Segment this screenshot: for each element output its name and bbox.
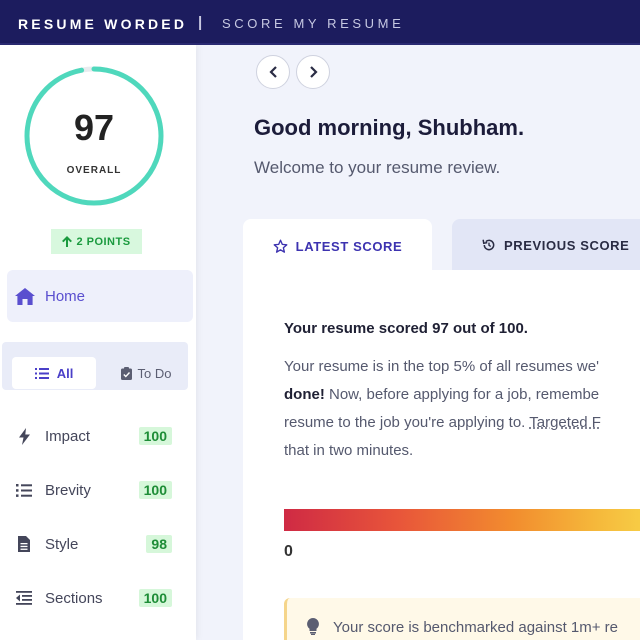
scale-min-label: 0 [284, 543, 293, 560]
score-description: Your resume is in the top 5% of all resu… [284, 353, 640, 465]
filter-all-button[interactable]: All [12, 357, 96, 389]
bolt-icon [14, 427, 34, 445]
filter-all-label: All [56, 365, 74, 381]
description-done: done! [284, 386, 325, 403]
chevron-left-icon [268, 66, 277, 78]
sidebar-item-sections[interactable]: Sections 100 [14, 583, 184, 613]
score-card: Your resume scored 97 out of 100. Your r… [243, 270, 640, 640]
sidebar-item-home[interactable]: Home [7, 270, 193, 322]
targeted-link[interactable]: Targeted F [529, 414, 601, 431]
star-icon [273, 239, 288, 253]
description-line: Your resume is in the top 5% of all resu… [284, 358, 599, 375]
category-label: Impact [45, 427, 91, 445]
category-label: Sections [45, 589, 103, 607]
tab-previous-label: PREVIOUS SCORE [504, 237, 630, 253]
next-button[interactable] [296, 55, 330, 89]
points-text: 2 POINTS [76, 235, 131, 248]
overall-score: 97 [73, 107, 115, 148]
clipboard-check-icon [120, 366, 132, 380]
history-icon [482, 239, 495, 251]
score-summary: Your resume scored 97 out of 100. [284, 320, 528, 337]
brand-logo[interactable]: RESUME WORDED [18, 16, 187, 32]
top-bar: RESUME WORDED | SCORE MY RESUME [0, 0, 640, 45]
welcome-text: Welcome to your resume review. [254, 158, 501, 177]
indent-icon [14, 591, 34, 605]
category-label: Style [45, 535, 79, 553]
category-score-badge: 100 [138, 589, 172, 607]
description-line: that in two minutes. [284, 442, 414, 459]
sidebar-item-brevity[interactable]: Brevity 100 [14, 475, 184, 505]
home-label: Home [45, 287, 86, 305]
sidebar-item-style[interactable]: Style 98 [14, 529, 184, 559]
lightbulb-icon [307, 618, 319, 635]
prev-button[interactable] [256, 55, 290, 89]
arrow-up-icon [62, 236, 73, 247]
chevron-right-icon [309, 66, 318, 78]
greeting-heading: Good morning, Shubham. [254, 115, 525, 140]
tab-latest-label: LATEST SCORE [295, 238, 403, 254]
category-label: Brevity [45, 481, 91, 499]
filter-todo-button[interactable]: To Do [106, 357, 186, 389]
description-line: Now, before applying for a job, remembe [324, 386, 600, 403]
filter-toggle: All To Do [2, 342, 188, 390]
header-divider: | [198, 14, 203, 31]
home-icon [15, 287, 35, 305]
list-icon [14, 483, 34, 497]
description-line: resume to the job you're applying to. [284, 414, 530, 431]
filter-todo-label: To Do [137, 365, 172, 381]
list-icon [34, 367, 49, 379]
document-icon [14, 536, 34, 552]
sidebar-item-impact[interactable]: Impact 100 [14, 421, 184, 451]
category-score-badge: 98 [146, 535, 172, 553]
sidebar: 97 OVERALL 2 POINTS Home All To Do Impac… [0, 45, 196, 640]
benchmark-note: Your score is benchmarked against 1m+ re [284, 598, 640, 640]
score-scale-bar [284, 509, 640, 531]
points-badge: 2 POINTS [51, 229, 142, 254]
header-subtitle: SCORE MY RESUME [222, 16, 405, 31]
category-score-badge: 100 [138, 481, 172, 499]
benchmark-text: Your score is benchmarked against 1m+ re [333, 619, 619, 636]
category-score-badge: 100 [138, 427, 172, 445]
tab-previous-score[interactable]: PREVIOUS SCORE [452, 219, 640, 271]
tab-latest-score[interactable]: LATEST SCORE [243, 219, 432, 273]
overall-label: OVERALL [66, 165, 122, 176]
